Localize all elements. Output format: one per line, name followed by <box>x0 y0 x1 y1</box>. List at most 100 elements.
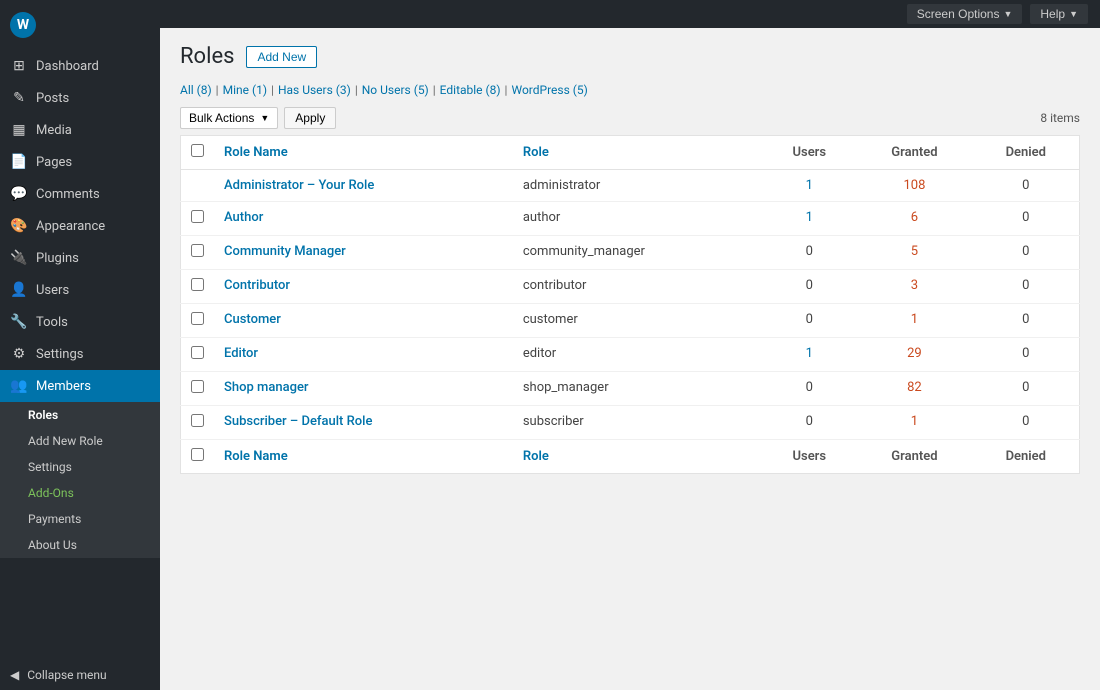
row-checkbox[interactable] <box>191 244 204 257</box>
sidebar-item-posts[interactable]: ✎ Posts <box>0 82 160 114</box>
role-name-link[interactable]: Customer <box>224 312 281 327</box>
row-checkbox-cell <box>181 270 215 304</box>
role-denied-cell: 0 <box>973 270 1080 304</box>
members-icon: 👥 <box>10 378 28 394</box>
row-checkbox[interactable] <box>191 278 204 291</box>
role-denied-cell: 0 <box>973 372 1080 406</box>
role-slug-cell: customer <box>513 304 762 338</box>
row-checkbox[interactable] <box>191 312 204 325</box>
tools-icon: 🔧 <box>10 314 28 330</box>
help-button[interactable]: Help ▼ <box>1030 4 1088 24</box>
role-granted-cell: 6 <box>856 202 972 236</box>
sidebar-item-pages[interactable]: 📄 Pages <box>0 146 160 178</box>
submenu-item-settings[interactable]: Settings <box>0 454 160 480</box>
table-row: Customercustomer010 <box>181 304 1080 338</box>
role-name-cell: Administrator – Your Role <box>214 170 513 202</box>
members-arrow <box>152 381 160 391</box>
screen-options-label: Screen Options <box>917 7 1000 21</box>
submenu-item-roles[interactable]: Roles <box>0 402 160 428</box>
users-count-link[interactable]: 1 <box>806 346 813 361</box>
sidebar-item-media[interactable]: ▦ Media <box>0 114 160 146</box>
screen-options-button[interactable]: Screen Options ▼ <box>907 4 1023 24</box>
posts-icon: ✎ <box>10 90 28 106</box>
submenu-item-add-new-role[interactable]: Add New Role <box>0 428 160 454</box>
role-name-link[interactable]: Editor <box>224 346 258 361</box>
col-role-name-footer[interactable]: Role Name <box>214 440 513 474</box>
bulk-actions-chevron: ▼ <box>260 113 269 123</box>
sidebar-item-label: Appearance <box>36 219 105 234</box>
filter-links: All (8) | Mine (1) | Has Users (3) | No … <box>180 83 1080 97</box>
role-name-link[interactable]: Community Manager <box>224 244 346 259</box>
col-check-footer <box>181 440 215 474</box>
users-count-link[interactable]: 1 <box>806 178 813 193</box>
add-new-button[interactable]: Add New <box>246 46 317 68</box>
role-slug-cell: community_manager <box>513 236 762 270</box>
select-all-checkbox-footer[interactable] <box>191 448 204 461</box>
role-name-cell: Contributor <box>214 270 513 304</box>
sidebar-item-label: Media <box>36 123 72 138</box>
role-users-cell: 0 <box>762 304 856 338</box>
row-checkbox[interactable] <box>191 414 204 427</box>
role-name-link[interactable]: Author <box>224 210 263 225</box>
row-checkbox-cell <box>181 338 215 372</box>
role-users-cell: 0 <box>762 372 856 406</box>
role-slug-cell: contributor <box>513 270 762 304</box>
sidebar-item-label: Dashboard <box>36 59 99 74</box>
bulk-actions-select[interactable]: Bulk Actions ▼ <box>180 107 278 129</box>
filter-mine[interactable]: Mine (1) <box>223 83 267 97</box>
filter-all[interactable]: All (8) <box>180 83 212 97</box>
filter-has-users[interactable]: Has Users (3) <box>278 83 351 97</box>
role-denied-cell: 0 <box>973 236 1080 270</box>
submenu-item-about-us[interactable]: About Us <box>0 532 160 558</box>
col-users-header: Users <box>762 136 856 170</box>
submenu-item-payments[interactable]: Payments <box>0 506 160 532</box>
sidebar-item-label: Settings <box>36 347 83 362</box>
col-granted-footer: Granted <box>856 440 972 474</box>
row-checkbox[interactable] <box>191 380 204 393</box>
sidebar-item-label: Users <box>36 283 69 298</box>
apply-button[interactable]: Apply <box>284 107 336 129</box>
role-name-link[interactable]: Contributor <box>224 278 290 293</box>
sidebar-item-comments[interactable]: 💬 Comments <box>0 178 160 210</box>
help-chevron: ▼ <box>1069 9 1078 19</box>
screen-options-chevron: ▼ <box>1003 9 1012 19</box>
role-slug-cell: editor <box>513 338 762 372</box>
sidebar-item-users[interactable]: 👤 Users <box>0 274 160 306</box>
help-label: Help <box>1040 7 1065 21</box>
sidebar-item-label: Comments <box>36 187 100 202</box>
role-name-cell: Customer <box>214 304 513 338</box>
dashboard-icon: ⊞ <box>10 58 28 74</box>
filter-editable[interactable]: Editable (8) <box>440 83 501 97</box>
col-check-header <box>181 136 215 170</box>
role-name-link[interactable]: Administrator – Your Role <box>224 178 374 193</box>
select-all-checkbox[interactable] <box>191 144 204 157</box>
sidebar-item-tools[interactable]: 🔧 Tools <box>0 306 160 338</box>
row-checkbox[interactable] <box>191 346 204 359</box>
table-row: Administrator – Your Roleadministrator11… <box>181 170 1080 202</box>
col-role-name-header[interactable]: Role Name <box>214 136 513 170</box>
submenu-item-add-ons[interactable]: Add-Ons <box>0 480 160 506</box>
row-checkbox-cell <box>181 170 215 202</box>
sidebar-item-members[interactable]: 👥 Members <box>0 370 160 402</box>
role-name-link[interactable]: Subscriber – Default Role <box>224 414 372 429</box>
row-checkbox[interactable] <box>191 210 204 223</box>
col-role-footer[interactable]: Role <box>513 440 762 474</box>
table-row: Subscriber – Default Rolesubscriber010 <box>181 406 1080 440</box>
role-denied-cell: 0 <box>973 406 1080 440</box>
role-denied-cell: 0 <box>973 338 1080 372</box>
role-name-cell: Editor <box>214 338 513 372</box>
sidebar-item-appearance[interactable]: 🎨 Appearance <box>0 210 160 242</box>
sidebar-item-settings[interactable]: ⚙ Settings <box>0 338 160 370</box>
plugins-icon: 🔌 <box>10 250 28 266</box>
filter-wordpress[interactable]: WordPress (5) <box>511 83 587 97</box>
collapse-menu[interactable]: ◀ Collapse menu <box>0 660 160 690</box>
filter-no-users[interactable]: No Users (5) <box>362 83 429 97</box>
role-name-link[interactable]: Shop manager <box>224 380 309 395</box>
sidebar-item-dashboard[interactable]: ⊞ Dashboard <box>0 50 160 82</box>
users-count-link[interactable]: 1 <box>806 210 813 225</box>
appearance-icon: 🎨 <box>10 218 28 234</box>
sidebar-item-label: Pages <box>36 155 72 170</box>
role-slug-cell: administrator <box>513 170 762 202</box>
sidebar-item-plugins[interactable]: 🔌 Plugins <box>0 242 160 274</box>
col-role-header[interactable]: Role <box>513 136 762 170</box>
